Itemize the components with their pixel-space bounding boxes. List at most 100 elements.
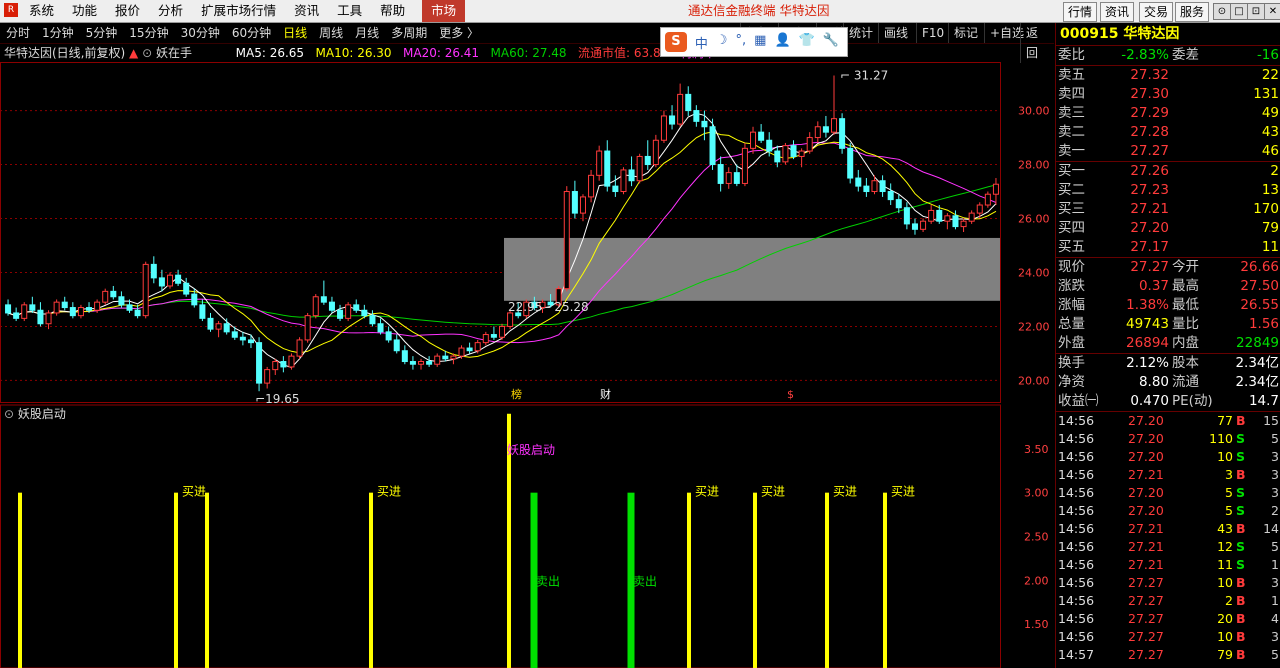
candle-body (968, 212, 975, 222)
ime-icon-0[interactable]: 中 (691, 33, 712, 52)
candle-body (288, 355, 295, 368)
ime-icon-3[interactable]: ▦ (750, 33, 770, 52)
window-control-icon-0[interactable]: ⊙ (1213, 3, 1231, 20)
menu-item-2[interactable]: 报价 (106, 0, 149, 22)
signal-bar-8 (753, 492, 757, 668)
tick-side: S (1236, 431, 1246, 446)
tick-count: 5 (1271, 431, 1279, 446)
menu-market[interactable]: 市场 (422, 0, 466, 22)
top-button-0[interactable]: 行情 (1063, 2, 1098, 22)
tick-side: B (1236, 611, 1246, 626)
menu-item-7[interactable]: 帮助 (371, 0, 414, 22)
period-right-6[interactable]: 标记 (948, 23, 983, 43)
candle-body (774, 150, 781, 163)
period-tab-7[interactable]: 周线 (313, 23, 349, 43)
candle-body (29, 304, 36, 311)
menu-item-6[interactable]: 工具 (328, 0, 371, 22)
top-button-1[interactable]: 资讯 (1100, 2, 1135, 22)
bid-volume: 2 (1270, 163, 1279, 179)
menu-item-5[interactable]: 资讯 (285, 0, 328, 22)
stat-row-3-value: 49743 (1126, 316, 1169, 332)
candle-body (94, 301, 101, 311)
ime-toolbar[interactable]: S 中 ☽ °, ▦ 👤 👕 🔧 (660, 27, 848, 57)
candle-body (61, 301, 68, 309)
indicator-name[interactable]: 妖在手 (156, 46, 192, 60)
fund-row-2-value2: 14.7 (1248, 393, 1279, 409)
ask-row-0: 卖五 27.32 22 (1056, 65, 1280, 85)
stat-row-3-label: 总量 (1058, 316, 1085, 332)
tick-side: B (1236, 593, 1246, 608)
period-right-8[interactable]: 返回 (1020, 23, 1054, 63)
tick-time: 14:56 (1058, 467, 1095, 482)
candle-body (361, 309, 368, 317)
bid-label: 买四 (1058, 220, 1085, 236)
stat-row-4-value: 26894 (1126, 335, 1169, 351)
period-right-4[interactable]: 画线 (878, 23, 913, 43)
tick-volume: 10 (1217, 575, 1233, 590)
ime-icon-5[interactable]: 👕 (795, 33, 819, 52)
bid-price: 27.23 (1130, 182, 1169, 198)
chevron-down-icon[interactable]: ⊙ (142, 46, 152, 60)
tick-row: 14:56 27.20 110 S 5 (1056, 430, 1280, 448)
candle-body (86, 307, 93, 311)
tick-side: B (1236, 629, 1246, 644)
candle-body (328, 301, 335, 311)
stat-row-0-label2: 今开 (1172, 259, 1199, 275)
bid-row-2: 买三 27.21 170 (1056, 200, 1280, 219)
top-button-2[interactable]: 交易 (1139, 2, 1174, 22)
period-tab-3[interactable]: 15分钟 (123, 23, 174, 43)
candle-body (482, 334, 489, 344)
stat-row-1-value2: 27.50 (1240, 278, 1279, 294)
period-tab-5[interactable]: 60分钟 (226, 23, 277, 43)
candle-body (871, 180, 878, 193)
tick-row: 14:56 27.21 3 B 3 (1056, 466, 1280, 484)
period-tab-6[interactable]: 日线 (277, 23, 313, 43)
stat-row-2-label2: 最低 (1172, 297, 1199, 313)
candle-body (223, 323, 230, 333)
top-button-3[interactable]: 服务 (1175, 2, 1210, 22)
low-label: ⌐19.65 (255, 392, 299, 406)
window-control-icon-2[interactable]: ⊡ (1247, 3, 1265, 20)
y-tick-label: 24.00 (1018, 266, 1050, 279)
period-tab-9[interactable]: 多周期 (385, 23, 433, 43)
bid-label: 买五 (1058, 239, 1085, 255)
chevron-down-icon[interactable]: ⊙ (4, 407, 14, 421)
ime-icon-4[interactable]: 👤 (770, 33, 794, 52)
period-tab-2[interactable]: 5分钟 (80, 23, 124, 43)
candle-body (644, 155, 651, 166)
period-right-3[interactable]: 统计 (843, 23, 878, 43)
period-tab-8[interactable]: 月线 (349, 23, 385, 43)
ask-volume: 49 (1261, 105, 1279, 121)
period-tab-4[interactable]: 30分钟 (175, 23, 226, 43)
ime-icon-2[interactable]: °, (732, 33, 751, 52)
ime-icon-1[interactable]: ☽ (712, 33, 732, 52)
menu-item-1[interactable]: 功能 (63, 0, 106, 22)
menu-item-3[interactable]: 分析 (149, 0, 192, 22)
stat-row-1-label2: 最高 (1172, 278, 1199, 294)
sub-indicator-title[interactable]: ⊙ 妖股启动 (4, 405, 66, 422)
menu-item-0[interactable]: 系统 (20, 0, 63, 22)
candle-body (887, 191, 894, 201)
signal-label-8: 买进 (761, 485, 785, 499)
window-control-icon-1[interactable]: □ (1230, 3, 1248, 20)
y-tick-label: 26.00 (1018, 213, 1050, 226)
ime-icon-6[interactable]: 🔧 (819, 33, 843, 52)
candle-body (134, 309, 141, 317)
ask-volume: 43 (1261, 124, 1279, 140)
period-right-5[interactable]: F10 (916, 23, 949, 43)
signal-bar-10 (883, 492, 887, 668)
menu-item-4[interactable]: 扩展市场行情 (192, 0, 285, 22)
period-tab-0[interactable]: 分时 (0, 23, 36, 43)
signal-bar-3 (369, 492, 373, 668)
window-control-icon-3[interactable]: ✕ (1264, 3, 1280, 20)
period-tab-10[interactable]: 更多 〉 (433, 23, 485, 43)
period-tab-1[interactable]: 1分钟 (36, 23, 80, 43)
high-label: ⌐ 31.27 (840, 68, 888, 82)
kline-chart[interactable]: 30.00 28.00 26.00 24.00 22.00 20.00 ⌐ 31.27 ⌐19… (0, 62, 1054, 668)
bid-price: 27.20 (1130, 220, 1169, 236)
signal-label-9: 买进 (833, 485, 857, 499)
ask-volume: 46 (1261, 143, 1279, 159)
candle-body (199, 304, 206, 319)
stat-row-4-label: 外盘 (1058, 335, 1085, 351)
sogou-logo-icon: S (665, 32, 687, 52)
